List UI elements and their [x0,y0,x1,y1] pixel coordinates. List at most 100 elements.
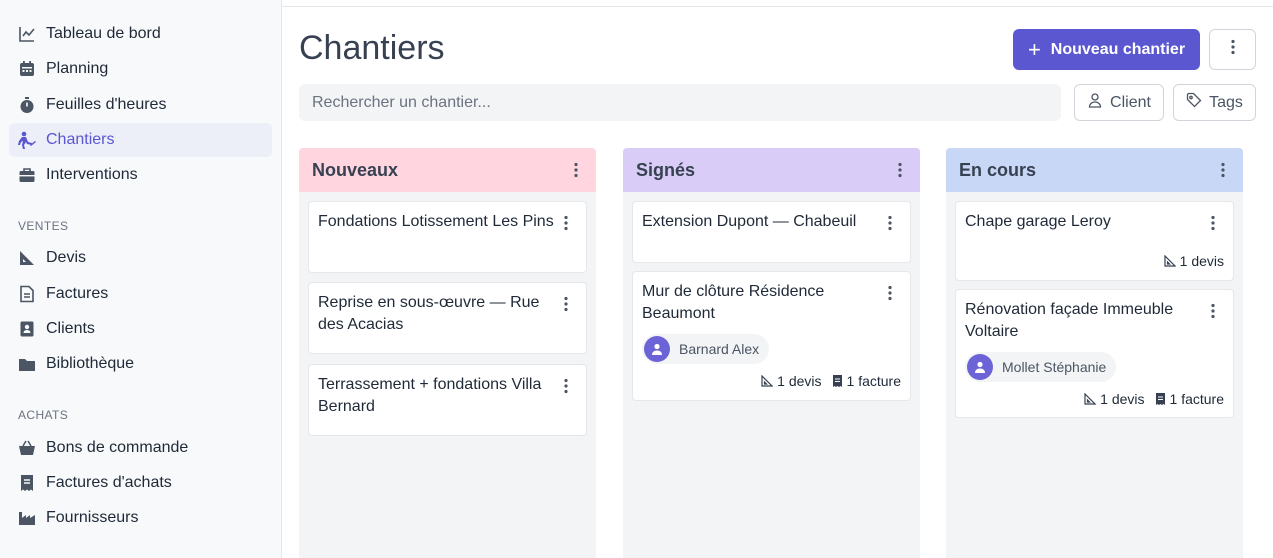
nav-label: Factures [46,285,109,302]
devis-count: 1 devis [1164,253,1224,269]
nav-item-tableau-de-bord[interactable]: Tableau de bord [9,17,272,51]
toolbox-icon [17,165,37,185]
factory-icon [17,508,37,528]
kanban-column-en-cours: En cours Chape garage Leroy 1 devis Réno… [946,148,1243,558]
ruler-icon [1164,255,1176,267]
section-title-ventes: VENTES [18,219,69,233]
facture-count: 1 facture [1155,391,1224,407]
column-title: Signés [636,159,696,180]
more-options-button[interactable] [1209,29,1256,70]
kanban-column-nouveaux: Nouveaux Fondations Lotissement Les Pins… [299,148,596,558]
card-menu-kebab-icon[interactable] [556,294,576,314]
nav-label: Tableau de bord [46,25,161,42]
chantier-card[interactable]: Extension Dupont — Chabeuil [632,201,911,263]
nav-label: Chantiers [46,131,115,148]
card-meta: 1 devis 1 facture [751,373,901,389]
nav-item-chantiers[interactable]: Chantiers [9,123,272,157]
ruler-icon [17,248,37,268]
nav-label: Fournisseurs [46,509,139,526]
card-menu-kebab-icon[interactable] [556,376,576,396]
chantier-card[interactable]: Fondations Lotissement Les Pins [308,201,587,273]
ruler-icon [761,375,774,387]
column-title: Nouveaux [312,159,399,180]
tags-filter-button[interactable]: Tags [1173,84,1256,121]
nav-label: Clients [46,320,95,337]
card-menu-kebab-icon[interactable] [880,283,900,303]
kebab-icon [1230,39,1235,60]
nav-item-factures[interactable]: Factures [9,277,272,311]
nav-item-bibliotheque[interactable]: Bibliothèque [9,347,272,381]
kanban-column-signes: Signés Extension Dupont — Chabeuil Mur d… [623,148,920,558]
nav-label: Planning [46,60,109,77]
nav-label: Factures d'achats [46,474,172,491]
avatar-icon [644,336,670,362]
nav-item-clients[interactable]: Clients [9,312,272,346]
top-divider [282,6,1273,7]
nav-label: Bibliothèque [46,355,135,372]
column-header: Signés [623,148,920,192]
chantier-card[interactable]: Chape garage Leroy 1 devis [955,201,1234,281]
nav-label: Bons de commande [46,439,189,456]
card-menu-kebab-icon[interactable] [1203,301,1223,321]
column-header: En cours [946,148,1243,192]
nav-item-interventions[interactable]: Interventions [9,158,272,192]
chantier-card[interactable]: Terrassement + fondations Villa Bernard [308,364,587,436]
receipt-icon [17,473,37,493]
receipt-icon [1155,393,1165,405]
nav-label: Interventions [46,166,138,183]
devis-count: 1 devis [761,373,822,389]
nav-label: Feuilles d'heures [46,96,167,113]
column-menu-kebab-icon[interactable] [1213,160,1233,180]
column-menu-kebab-icon[interactable] [566,160,586,180]
search-input[interactable] [299,84,1061,121]
nav-item-devis[interactable]: Devis [9,241,272,275]
folder-icon [17,354,37,374]
user-icon [1087,92,1110,113]
chantier-card[interactable]: Reprise en sous-œuvre — Rue des Acacias [308,282,587,354]
nav-label: Devis [46,249,87,266]
nav-item-bons-de-commande[interactable]: Bons de commande [9,431,272,465]
basket-icon [17,438,37,458]
card-title: Reprise en sous-œuvre — Rue des Acacias [318,294,540,333]
chantier-card[interactable]: Mur de clôture Résidence Beaumont Barnar… [632,271,911,401]
ruler-icon [1084,393,1097,405]
contact-icon [17,319,37,339]
card-meta: 1 devis [1154,253,1224,269]
card-menu-kebab-icon[interactable] [1203,213,1223,233]
column-menu-kebab-icon[interactable] [890,160,910,180]
chantier-card[interactable]: Rénovation façade Immeuble Voltaire Moll… [955,289,1234,418]
card-title: Mur de clôture Résidence Beaumont [642,283,825,322]
nav-item-fournisseurs[interactable]: Fournisseurs [9,501,272,535]
nav-item-feuilles-heures[interactable]: Feuilles d'heures [9,88,272,122]
page-title: Chantiers [299,29,445,67]
stopwatch-icon [17,95,37,115]
chart-line-icon [17,24,37,44]
client-chip[interactable]: Barnard Alex [642,334,770,364]
plus-icon: + [1027,36,1041,62]
card-title: Terrassement + fondations Villa Bernard [318,376,542,415]
client-name: Barnard Alex [679,341,760,357]
nav-item-planning[interactable]: Planning [9,52,272,86]
client-filter-label: Client [1110,93,1151,111]
facture-count: 1 facture [832,373,901,389]
avatar-icon [967,354,993,380]
devis-count: 1 devis [1084,391,1145,407]
column-title: En cours [959,159,1037,180]
client-filter-button[interactable]: Client [1074,84,1164,121]
sidebar: Tableau de bord Planning Feuilles d'heur… [0,0,282,558]
new-chantier-button[interactable]: + Nouveau chantier [1013,29,1200,70]
tags-filter-label: Tags [1209,93,1243,111]
client-chip[interactable]: Mollet Stéphanie [965,352,1117,382]
client-name: Mollet Stéphanie [1002,359,1107,375]
card-title: Chape garage Leroy [965,213,1111,230]
new-chantier-label: Nouveau chantier [1050,40,1186,58]
section-title-achats: ACHATS [18,408,69,422]
nav-item-factures-achats[interactable]: Factures d'achats [9,466,272,500]
card-meta: 1 devis 1 facture [1074,391,1224,407]
card-title: Fondations Lotissement Les Pins [318,213,554,230]
card-menu-kebab-icon[interactable] [880,213,900,233]
worker-icon [17,130,37,150]
receipt-icon [832,375,842,387]
column-header: Nouveaux [299,148,596,192]
card-menu-kebab-icon[interactable] [556,213,576,233]
